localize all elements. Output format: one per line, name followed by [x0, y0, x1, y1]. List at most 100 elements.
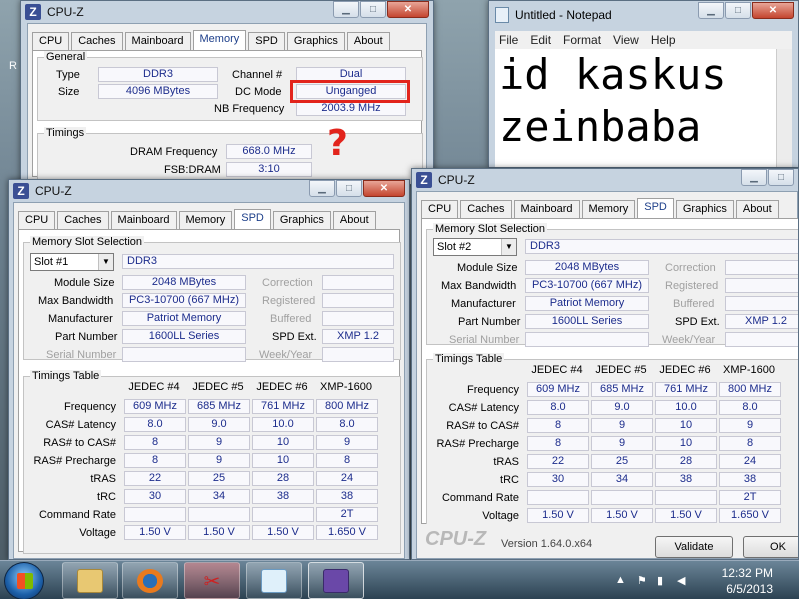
timings-cell: 22: [527, 454, 589, 469]
serial-number-label: Serial Number: [46, 349, 117, 361]
timings-cell: 1.50 V: [188, 525, 250, 540]
maximize-icon[interactable]: □: [768, 169, 794, 186]
tab-graphics[interactable]: Graphics: [675, 200, 734, 218]
tab-spd[interactable]: SPD: [234, 209, 271, 229]
timings-column-header: XMP-1600: [320, 381, 372, 393]
window-body: CPU Caches Mainboard Memory SPD Graphics…: [416, 191, 798, 559]
maximize-icon[interactable]: □: [725, 2, 751, 19]
taskbar-explorer-button[interactable]: [62, 562, 118, 599]
close-icon[interactable]: ✕: [363, 180, 405, 197]
tab-mainboard[interactable]: Mainboard: [110, 211, 177, 229]
chevron-down-icon: ▼: [98, 254, 113, 270]
menu-help[interactable]: Help: [651, 33, 676, 47]
timings-row-label: Frequency: [467, 384, 519, 396]
close-icon[interactable]: ✕: [387, 1, 429, 18]
buffered-label: Buffered: [673, 298, 715, 310]
notepad-scrollbar[interactable]: [776, 49, 792, 167]
slot-dropdown[interactable]: Slot #2 ▼: [433, 238, 517, 256]
tab-graphics[interactable]: Graphics: [272, 211, 331, 229]
slot-dropdown[interactable]: Slot #1 ▼: [30, 253, 114, 271]
tab-mainboard[interactable]: Mainboard: [124, 32, 191, 50]
tab-cpu[interactable]: CPU: [421, 200, 459, 218]
timings-cell: 800 MHz: [316, 399, 378, 414]
taskbar-notepad-button[interactable]: [246, 562, 302, 599]
window-title: CPU-Z: [47, 5, 84, 19]
minimize-icon[interactable]: ▁: [333, 1, 359, 18]
timings-cell: 8.0: [124, 417, 186, 432]
timings-row-label: tRAS: [493, 456, 519, 468]
taskbar-snipping-button[interactable]: ✂: [184, 562, 240, 599]
tab-caches[interactable]: Caches: [57, 211, 109, 229]
minimize-icon[interactable]: ▁: [309, 180, 335, 197]
timings-cell: 22: [124, 471, 186, 486]
tab-caches[interactable]: Caches: [71, 32, 123, 50]
tab-about[interactable]: About: [332, 211, 376, 229]
slot-selected: Slot #1: [34, 256, 69, 268]
timings-cell: 8: [316, 453, 378, 468]
slot-selected: Slot #2: [437, 241, 472, 253]
clock-time[interactable]: 12:32 PM: [722, 566, 773, 580]
tab-mainboard[interactable]: Mainboard: [513, 200, 580, 218]
timings-table-label: Timings Table: [433, 353, 505, 365]
close-icon[interactable]: ✕: [752, 2, 794, 19]
ok-button[interactable]: OK: [743, 536, 798, 558]
menu-format[interactable]: Format: [563, 33, 601, 47]
manufacturer-value: Patriot Memory: [122, 311, 246, 326]
timings-cell: 8: [124, 453, 186, 468]
desktop-edge-letter: R: [9, 60, 17, 72]
question-mark-annotation: ?: [327, 123, 348, 164]
cpuz-logo-icon: Z: [13, 183, 29, 199]
minimize-icon[interactable]: ▁: [741, 169, 767, 186]
taskbar-cpuz-button[interactable]: [308, 562, 364, 599]
slot-selection-group: Memory Slot Selection Slot #2 ▼ DDR3 Modu…: [426, 223, 798, 347]
start-button[interactable]: [4, 562, 44, 599]
spd-ext-value: XMP 1.2: [725, 314, 798, 329]
chevron-up-icon[interactable]: ▲: [615, 574, 626, 586]
menu-edit[interactable]: Edit: [530, 33, 551, 47]
type-label: Type: [56, 69, 80, 81]
timings-row-label: Command Rate: [441, 492, 519, 504]
tab-spd[interactable]: SPD: [248, 32, 285, 50]
tab-memory[interactable]: Memory: [178, 211, 233, 229]
menu-file[interactable]: File: [499, 33, 518, 47]
notepad-text-area[interactable]: id kaskus zeinbaba: [495, 49, 776, 167]
spd-ext-label: SPD Ext.: [272, 331, 317, 343]
tab-memory[interactable]: Memory: [581, 200, 636, 218]
tab-spd[interactable]: SPD: [637, 198, 674, 218]
slot-selection-group: Memory Slot Selection Slot #1 ▼ DDR3 Modu…: [23, 236, 401, 362]
signal-icon[interactable]: ▮: [657, 574, 663, 587]
timings-cell: 9: [188, 453, 250, 468]
maximize-icon[interactable]: □: [360, 1, 386, 18]
taskbar-firefox-button[interactable]: [122, 562, 178, 599]
tab-graphics[interactable]: Graphics: [286, 32, 345, 50]
correction-value: [322, 275, 394, 290]
tab-about[interactable]: About: [346, 32, 390, 50]
volume-icon[interactable]: ◀: [677, 574, 685, 587]
max-bandwidth-value: PC3-10700 (667 MHz): [525, 278, 649, 293]
timings-cell: 38: [719, 472, 781, 487]
minimize-icon[interactable]: ▁: [698, 2, 724, 19]
folder-icon: [77, 569, 103, 593]
validate-label: Validate: [674, 541, 714, 553]
buffered-value: [725, 296, 798, 311]
flag-icon[interactable]: ⚑: [637, 574, 647, 587]
timings-cell: 8: [527, 436, 589, 451]
timings-cell: 9: [188, 435, 250, 450]
timings-cell: 2T: [316, 507, 378, 522]
tab-cpu[interactable]: CPU: [32, 32, 70, 50]
maximize-icon[interactable]: □: [336, 180, 362, 197]
registered-value: [725, 278, 798, 293]
tab-caches[interactable]: Caches: [460, 200, 512, 218]
timings-cell: 10: [655, 436, 717, 451]
validate-button[interactable]: Validate: [655, 536, 733, 558]
menu-view[interactable]: View: [613, 33, 639, 47]
tab-about[interactable]: About: [735, 200, 779, 218]
cpuz-icon: [323, 569, 349, 593]
tab-cpu[interactable]: CPU: [18, 211, 56, 229]
timings-cell: 8: [527, 418, 589, 433]
clock-date[interactable]: 6/5/2013: [726, 582, 773, 596]
tab-memory[interactable]: Memory: [192, 30, 247, 50]
timings-cell: 761 MHz: [655, 382, 717, 397]
timings-cell: 10: [252, 435, 314, 450]
serial-number-label: Serial Number: [449, 334, 520, 346]
